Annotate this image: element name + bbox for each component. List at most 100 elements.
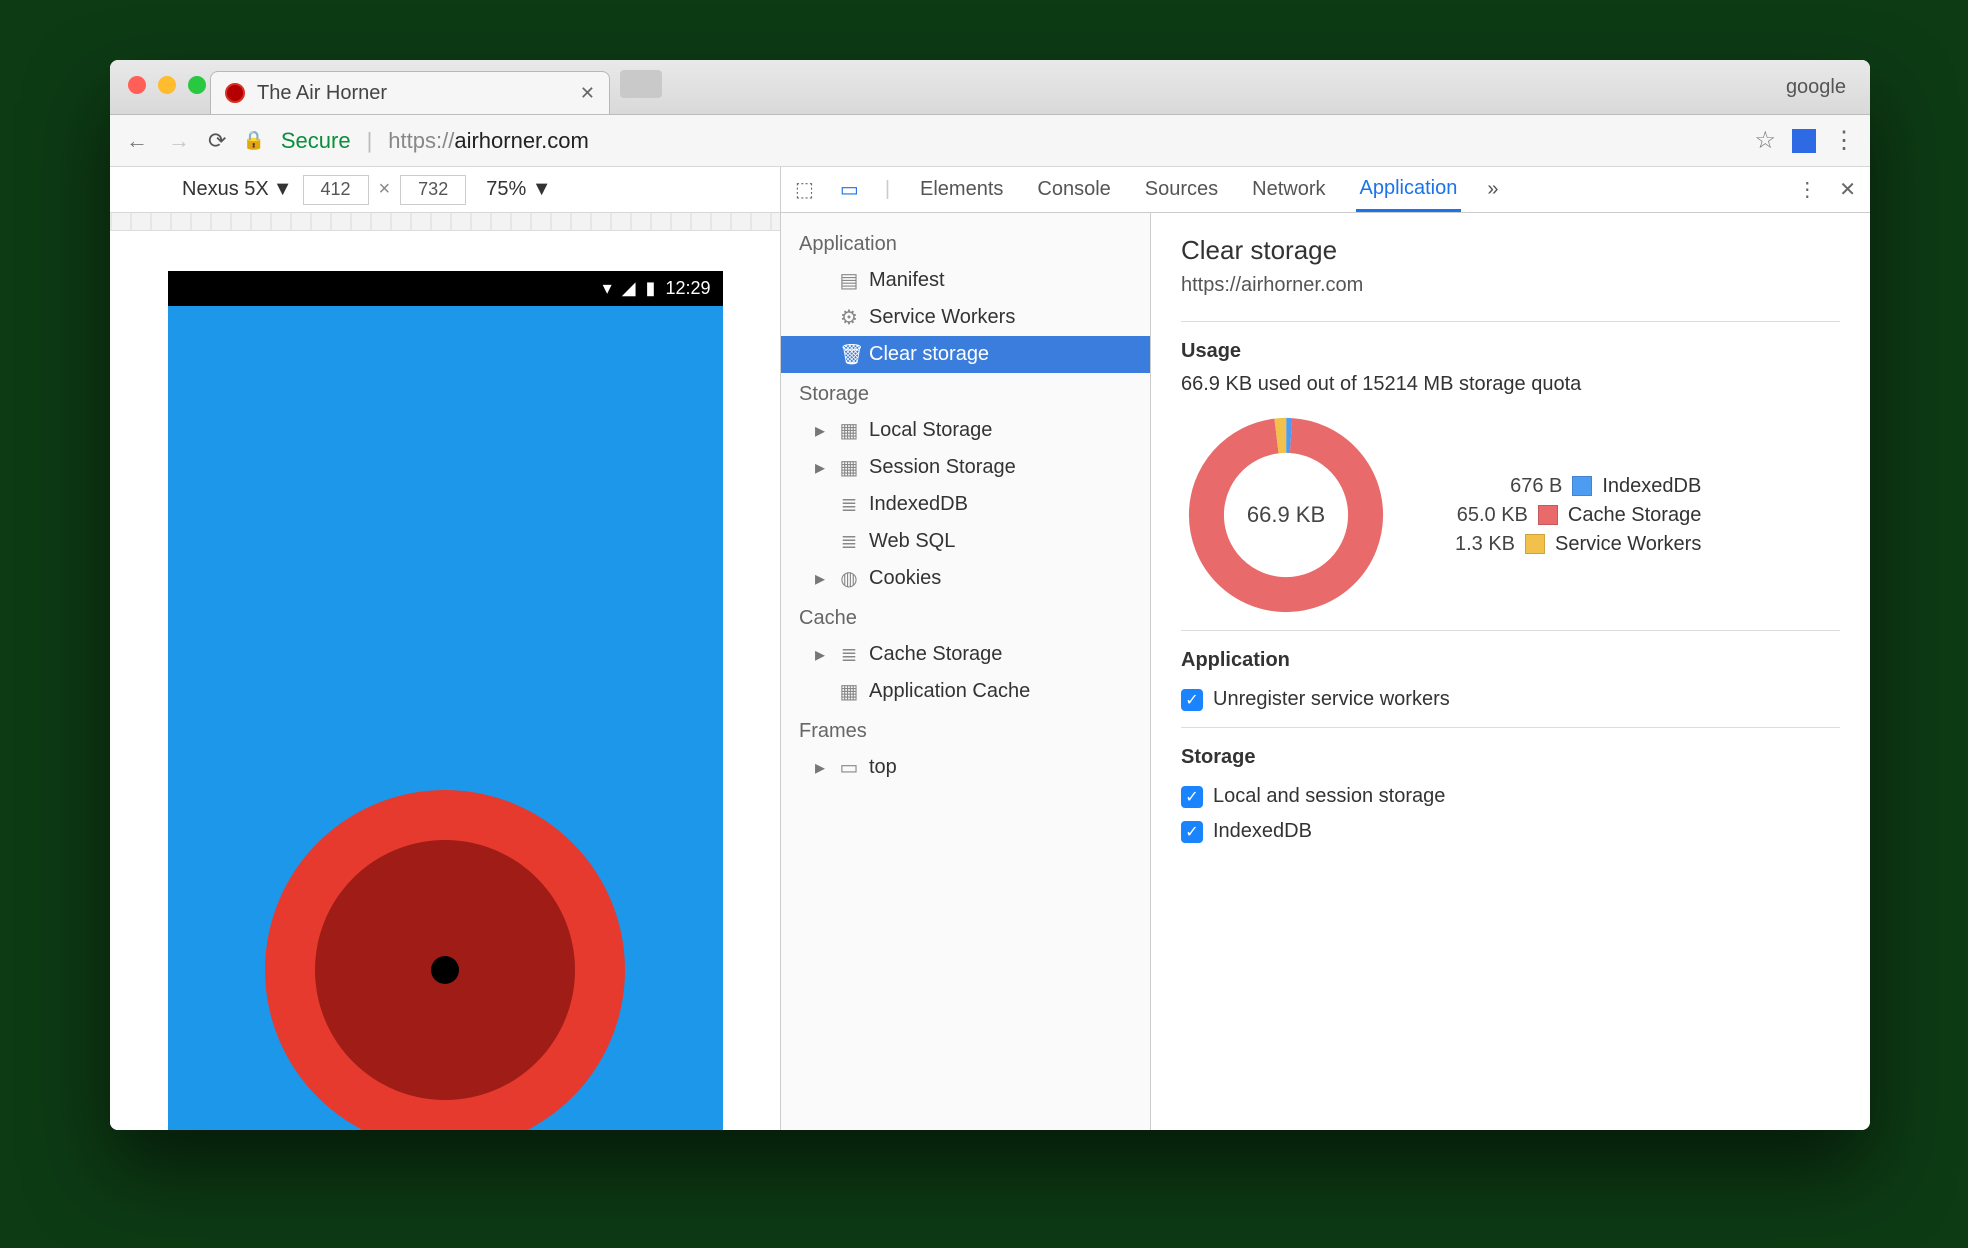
inspect-icon[interactable]: ⬚ bbox=[795, 177, 814, 202]
legend-row: 676 B IndexedDB bbox=[1427, 472, 1701, 501]
device-width-input[interactable] bbox=[303, 175, 369, 205]
legend-value: 1.3 KB bbox=[1427, 533, 1515, 556]
expand-arrow-icon: ▸ bbox=[815, 755, 829, 780]
grid-icon: ▦ bbox=[839, 679, 859, 704]
tab-sources[interactable]: Sources bbox=[1141, 167, 1222, 212]
new-tab-button[interactable] bbox=[620, 70, 662, 98]
profile-label[interactable]: google bbox=[1786, 76, 1846, 99]
minimize-window-button[interactable] bbox=[158, 76, 176, 94]
checkbox-indexeddb[interactable]: ✓ IndexedDB bbox=[1181, 814, 1840, 849]
reload-button[interactable]: ⟳ bbox=[208, 128, 226, 154]
back-button[interactable]: ← bbox=[124, 128, 150, 154]
device-height-input[interactable] bbox=[400, 175, 466, 205]
secure-label: Secure bbox=[281, 128, 351, 154]
storage-section: Storage ✓Local and session storage ✓ Index… bbox=[1181, 727, 1840, 859]
legend-value: 65.0 KB bbox=[1440, 504, 1528, 527]
legend-swatch bbox=[1538, 505, 1558, 525]
sidebar-item-cache-storage[interactable]: ▸ ≣ Cache Storage bbox=[781, 636, 1150, 673]
sidebar-group-heading: Frames bbox=[781, 710, 1150, 749]
checkbox-icon: ✓ bbox=[1181, 689, 1203, 711]
application-section: Application ✓ Unregister service workers bbox=[1181, 630, 1840, 727]
window-controls bbox=[128, 76, 206, 94]
zoom-selector[interactable]: 75% ▼ bbox=[486, 178, 551, 201]
device-toolbar: Nexus 5X ▼ × 75% ▼ bbox=[110, 167, 780, 213]
signal-icon: ◢ bbox=[622, 278, 636, 299]
phone-screen[interactable]: ▾ ◢ ▮ 12:29 bbox=[168, 271, 723, 1130]
sidebar-item-service-workers[interactable]: ⚙ Service Workers bbox=[781, 299, 1150, 336]
extension-icon[interactable] bbox=[1792, 129, 1816, 153]
storage-heading: Storage bbox=[1181, 746, 1840, 769]
sidebar-item-application-cache[interactable]: ▦ Application Cache bbox=[781, 673, 1150, 710]
more-tabs-button[interactable]: » bbox=[1487, 178, 1498, 201]
sidebar-item-top[interactable]: ▸ ▭ top bbox=[781, 749, 1150, 786]
sidebar-item-label: Clear storage bbox=[869, 343, 989, 366]
browser-tab[interactable]: The Air Horner ✕ bbox=[210, 71, 610, 114]
usage-donut-chart: 66.9 KB bbox=[1181, 410, 1391, 620]
checkbox-icon: ✓ bbox=[1181, 821, 1203, 843]
expand-arrow-icon: ▸ bbox=[815, 418, 829, 443]
sidebar-item-local-storage[interactable]: ▸▦Local Storage bbox=[781, 412, 1150, 449]
legend-value: 676 B bbox=[1474, 475, 1562, 498]
tab-application[interactable]: Application bbox=[1356, 167, 1462, 212]
sidebar-item-cookies[interactable]: ▸◍Cookies bbox=[781, 560, 1150, 597]
airhorn-inner bbox=[315, 840, 575, 1100]
application-sidebar: Application▤Manifest ⚙ Service Workers 🗑Cle… bbox=[781, 213, 1151, 1130]
frame-icon: ▭ bbox=[839, 755, 859, 780]
sidebar-group-heading: Application bbox=[781, 223, 1150, 262]
airhorn-button[interactable] bbox=[265, 790, 625, 1130]
tab-console[interactable]: Console bbox=[1033, 167, 1114, 212]
sidebar-group-heading: Storage bbox=[781, 373, 1150, 412]
checkbox-label: IndexedDB bbox=[1213, 820, 1312, 843]
bookmark-button[interactable]: ☆ bbox=[1754, 126, 1776, 155]
legend-row: 65.0 KBCache Storage bbox=[1427, 501, 1701, 530]
sidebar-item-indexeddb[interactable]: ≣IndexedDB bbox=[781, 486, 1150, 523]
close-tab-button[interactable]: ✕ bbox=[580, 83, 595, 104]
sidebar-item-session-storage[interactable]: ▸▦Session Storage bbox=[781, 449, 1150, 486]
menu-button[interactable]: ⋮ bbox=[1832, 126, 1856, 155]
divider: | bbox=[367, 128, 373, 154]
sidebar-item-label: top bbox=[869, 756, 897, 779]
wifi-icon: ▾ bbox=[603, 278, 612, 299]
sidebar-item-manifest[interactable]: ▤Manifest bbox=[781, 262, 1150, 299]
lock-icon: 🔒 bbox=[242, 130, 264, 151]
zoom-window-button[interactable] bbox=[188, 76, 206, 94]
file-icon: ▤ bbox=[839, 268, 859, 293]
sidebar-item-web-sql[interactable]: ≣Web SQL bbox=[781, 523, 1150, 560]
close-window-button[interactable] bbox=[128, 76, 146, 94]
forward-button[interactable]: → bbox=[166, 128, 192, 154]
expand-arrow-icon: ▸ bbox=[815, 642, 829, 667]
sidebar-item-clear-storage[interactable]: 🗑Clear storage bbox=[781, 336, 1150, 373]
expand-arrow-icon: ▸ bbox=[815, 566, 829, 591]
preview-stage: ▾ ◢ ▮ 12:29 bbox=[110, 231, 780, 1130]
application-heading: Application bbox=[1181, 649, 1840, 672]
sidebar-item-label: Service Workers bbox=[869, 306, 1015, 329]
sidebar-item-label: Cache Storage bbox=[869, 643, 1002, 666]
cookie-icon: ◍ bbox=[839, 566, 859, 591]
checkbox-label: Unregister service workers bbox=[1213, 688, 1450, 711]
checkbox-local-and-session-storage[interactable]: ✓Local and session storage bbox=[1181, 779, 1840, 814]
checkbox-label: Local and session storage bbox=[1213, 785, 1445, 808]
tab-network[interactable]: Network bbox=[1248, 167, 1329, 212]
battery-icon: ▮ bbox=[646, 278, 656, 299]
legend-label: IndexedDB bbox=[1602, 475, 1701, 498]
device-toggle-icon[interactable]: ▭ bbox=[840, 177, 859, 202]
db-icon: ≣ bbox=[839, 642, 859, 667]
device-selector[interactable]: Nexus 5X ▼ bbox=[182, 178, 293, 201]
usage-heading: Usage bbox=[1181, 340, 1840, 363]
sidebar-group-heading: Cache bbox=[781, 597, 1150, 636]
sidebar-item-label: Local Storage bbox=[869, 419, 992, 442]
tab-elements[interactable]: Elements bbox=[916, 167, 1007, 212]
sidebar-item-label: Application Cache bbox=[869, 680, 1030, 703]
devtools-close-button[interactable]: ✕ bbox=[1839, 177, 1856, 202]
usage-summary: 66.9 KB used out of 15214 MB storage quo… bbox=[1181, 373, 1840, 396]
airhorn-dot bbox=[431, 956, 459, 984]
dimension-x: × bbox=[379, 178, 391, 201]
url-field[interactable]: https://airhorner.com bbox=[388, 128, 589, 154]
legend-swatch bbox=[1525, 534, 1545, 554]
browser-window: The Air Horner ✕ google ← → ⟳ 🔒 Secure |… bbox=[110, 60, 1870, 1130]
devtools-menu-button[interactable]: ⋮ bbox=[1797, 177, 1817, 202]
address-bar: ← → ⟳ 🔒 Secure | https://airhorner.com ☆… bbox=[110, 115, 1870, 167]
gear-icon: ⚙ bbox=[839, 305, 859, 330]
checkbox-unregister-service-workers[interactable]: ✓ Unregister service workers bbox=[1181, 682, 1840, 717]
phone-clock: 12:29 bbox=[665, 278, 710, 299]
